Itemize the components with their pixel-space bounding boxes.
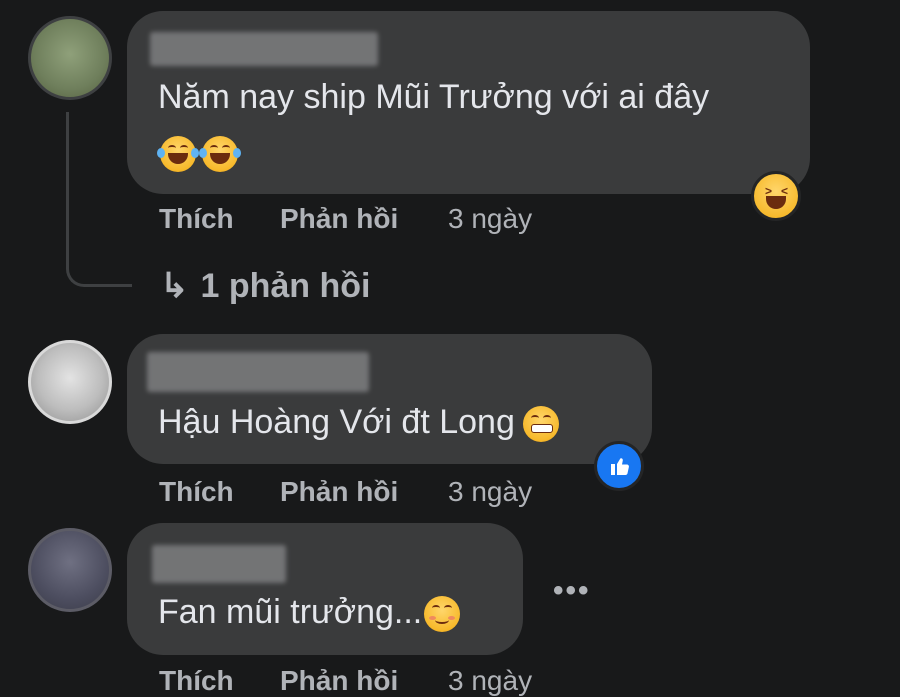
comment-text: Hậu Hoàng Với đt Long [158,403,515,441]
more-options-icon[interactable]: ••• [553,574,591,608]
reply-link[interactable]: Phản hồi [280,476,398,508]
like-link[interactable]: Thích [159,665,234,697]
avatar[interactable] [28,528,112,612]
reply-link[interactable]: Phản hồi [280,203,398,235]
view-replies-link[interactable]: ↳ 1 phản hồi [160,266,371,306]
comment-text-row: Hậu Hoàng Với đt Long [158,403,559,443]
reply-arrow-icon: ↳ [160,267,189,305]
comment-bubble [127,523,523,655]
grinning-face-with-smiling-eyes-emoji [522,406,559,443]
avatar[interactable] [28,16,112,100]
reply-link[interactable]: Phản hồi [280,665,398,697]
grinning-squinting-face-icon[interactable]: > < [751,171,801,221]
comment-text-row: Fan mũi trưởng... [158,593,461,633]
reply-thread-line [66,112,132,287]
timestamp-link[interactable]: 3 ngày [448,665,532,697]
commenter-name-blurred[interactable] [152,545,286,583]
timestamp-link[interactable]: 3 ngày [448,476,532,508]
thumbs-up-icon[interactable] [594,441,644,491]
comment-text: Năm nay ship Mũi Trưởng với ai đây [158,78,710,116]
like-link[interactable]: Thích [159,203,234,235]
commenter-name-blurred[interactable] [147,352,369,392]
rolling-on-floor-laughing-emoji [157,136,199,172]
commenter-name-blurred[interactable] [150,32,378,66]
like-link[interactable]: Thích [159,476,234,508]
smiling-face-emoji [424,596,461,633]
comment-text: Fan mũi trưởng... [158,593,423,631]
comment-emojis [157,136,244,172]
timestamp-link[interactable]: 3 ngày [448,203,532,235]
view-replies-label: 1 phản hồi [200,267,371,305]
avatar[interactable] [28,340,112,424]
rolling-on-floor-laughing-emoji [199,136,241,172]
